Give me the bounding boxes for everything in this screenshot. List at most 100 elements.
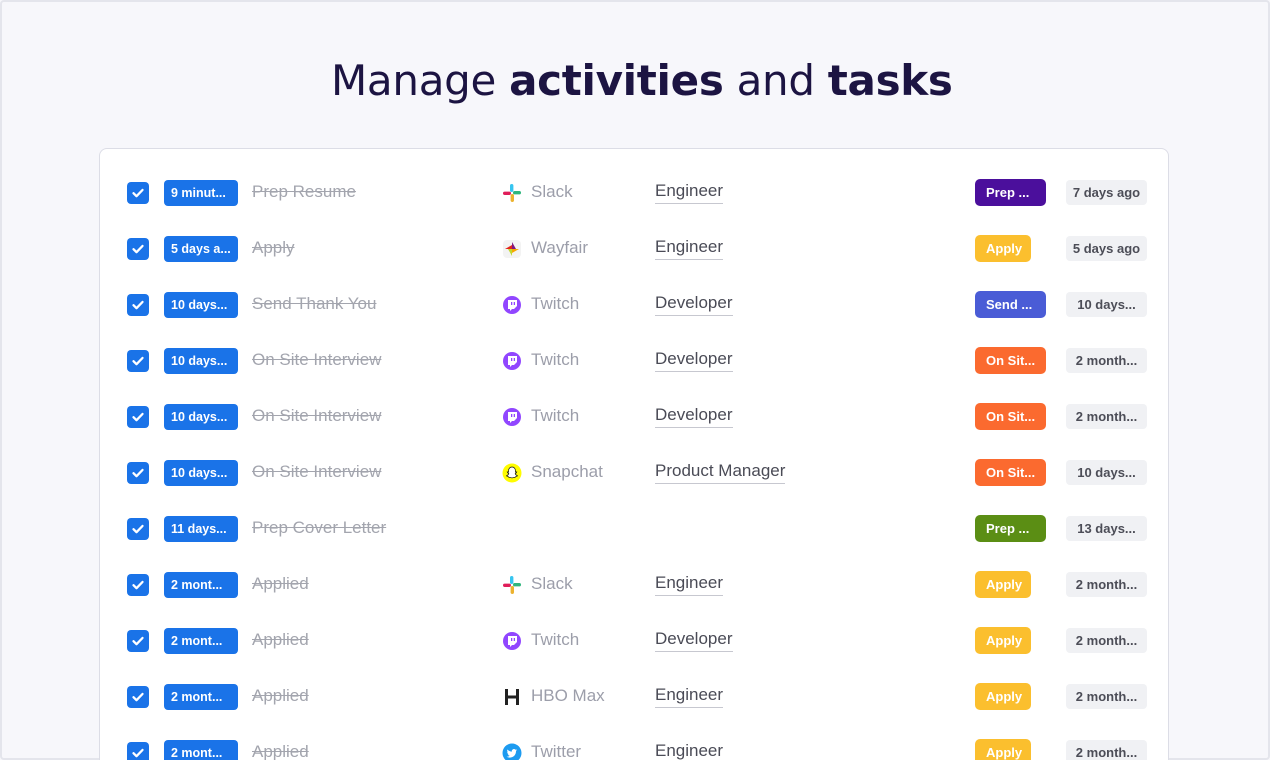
task-title[interactable]: Applied (252, 574, 309, 594)
task-checkbox[interactable] (127, 350, 149, 372)
tasks-list: 9 minut... Prep Resume Slack Engineer Prep .… (99, 148, 1169, 760)
task-title[interactable]: Applied (252, 630, 309, 650)
job-role-link[interactable]: Developer (655, 405, 733, 428)
company-name: Twitch (531, 350, 580, 369)
task-row[interactable]: 10 days... On Site Interview Twitch Develop… (100, 331, 1168, 387)
task-title[interactable]: Applied (252, 742, 309, 760)
task-row[interactable]: 11 days... Prep Cover Letter Prep ... 13 da… (100, 499, 1168, 555)
task-checkbox[interactable] (127, 630, 149, 652)
task-row[interactable]: 2 mont... Applied Slack Engineer Apply 2 mont… (100, 555, 1168, 611)
due-time-badge: 11 days... (164, 516, 238, 542)
task-title[interactable]: On Site Interview (252, 462, 381, 482)
task-row[interactable]: 2 mont... Applied Twitch Developer Apply 2 mo… (100, 611, 1168, 667)
twitch-icon (501, 406, 523, 428)
twitch-icon (501, 350, 523, 372)
due-time-badge: 2 mont... (164, 572, 238, 598)
due-time-badge: 5 days a... (164, 236, 238, 262)
task-checkbox[interactable] (127, 294, 149, 316)
due-time-badge: 10 days... (164, 292, 238, 318)
company-name: Slack (531, 182, 573, 201)
task-title[interactable]: Send Thank You (252, 294, 376, 314)
created-ago-badge: 10 days... (1066, 292, 1147, 317)
task-row[interactable]: 2 mont... Applied HBO Max Engineer Apply 2 mo… (100, 667, 1168, 723)
title-prefix: Manage (331, 56, 510, 105)
job-role-link[interactable]: Engineer (655, 685, 724, 708)
created-ago-badge: 2 month... (1066, 740, 1147, 760)
due-time-badge: 2 mont... (164, 740, 238, 760)
slack-icon (501, 574, 523, 596)
task-checkbox[interactable] (127, 742, 149, 760)
job-role-link[interactable]: Developer (655, 293, 733, 316)
stage-badge[interactable]: On Sit... (975, 347, 1046, 374)
wayfair-icon (501, 238, 523, 260)
task-checkbox[interactable] (127, 238, 149, 260)
company-name: Twitch (531, 406, 580, 425)
company-name: Twitch (531, 294, 580, 313)
created-ago-badge: 2 month... (1066, 572, 1147, 597)
job-role-link[interactable]: Engineer (655, 741, 723, 760)
company-name: Twitter (531, 742, 582, 760)
created-ago-badge: 2 month... (1066, 404, 1147, 429)
task-row[interactable]: 9 minut... Prep Resume Slack Engineer Prep .… (100, 163, 1168, 219)
company-name: Wayfair (531, 238, 588, 257)
title-middle: and (723, 56, 828, 105)
job-role-link[interactable]: Engineer (655, 181, 724, 204)
due-time-badge: 2 mont... (164, 628, 238, 654)
task-title[interactable]: Applied (252, 686, 309, 706)
stage-badge[interactable]: Send ... (975, 291, 1046, 318)
slack-icon (501, 182, 523, 204)
due-time-badge: 2 mont... (164, 684, 238, 710)
task-title[interactable]: Prep Resume (252, 182, 356, 202)
stage-badge[interactable]: Prep ... (975, 515, 1046, 542)
created-ago-badge: 2 month... (1066, 628, 1147, 653)
checkmark-icon (131, 298, 145, 312)
stage-badge[interactable]: Apply (975, 683, 1031, 710)
stage-badge[interactable]: On Sit... (975, 459, 1046, 486)
checkmark-icon (131, 242, 145, 256)
due-time-badge: 10 days... (164, 348, 238, 374)
stage-badge[interactable]: On Sit... (975, 403, 1046, 430)
task-title[interactable]: Prep Cover Letter (252, 518, 386, 538)
twitch-icon (501, 294, 523, 316)
task-row[interactable]: 10 days... On Site Interview Twitch Develop… (100, 387, 1168, 443)
title-bold-tasks: tasks (827, 56, 953, 105)
stage-badge[interactable]: Apply (975, 627, 1031, 654)
job-role-link[interactable]: Engineer (655, 237, 724, 260)
stage-badge[interactable]: Apply (975, 571, 1031, 598)
twitter-icon (501, 742, 523, 760)
task-checkbox[interactable] (127, 406, 149, 428)
created-ago-badge: 2 month... (1066, 684, 1147, 709)
task-checkbox[interactable] (127, 686, 149, 708)
task-row[interactable]: 10 days... On Site Interview Snapchat Produ… (100, 443, 1168, 499)
checkmark-icon (131, 354, 145, 368)
task-row[interactable]: 10 days... Send Thank You Twitch Developer S… (100, 275, 1168, 331)
title-bold-activities: activities (509, 56, 724, 105)
twitch-icon (501, 630, 523, 652)
company-name: HBO Max (531, 686, 605, 705)
stage-badge[interactable]: Apply (975, 739, 1031, 760)
task-checkbox[interactable] (127, 182, 149, 204)
due-time-badge: 9 minut... (164, 180, 238, 206)
job-role-link[interactable]: Developer (655, 629, 733, 652)
company-name: Snapchat (531, 462, 603, 481)
job-role-link[interactable]: Developer (655, 349, 733, 372)
task-checkbox[interactable] (127, 462, 149, 484)
page-title: Manage activities and tasks (331, 56, 953, 105)
due-time-badge: 10 days... (164, 460, 238, 486)
checkmark-icon (131, 186, 145, 200)
snapchat-icon (501, 462, 523, 484)
task-row[interactable]: 5 days a... Apply Wayfair Engineer Apply 5 da… (100, 219, 1168, 275)
task-title[interactable]: Apply (252, 238, 295, 258)
task-checkbox[interactable] (127, 518, 149, 540)
task-checkbox[interactable] (127, 574, 149, 596)
task-title[interactable]: On Site Interview (252, 406, 381, 426)
checkmark-icon (131, 578, 145, 592)
job-role-link[interactable]: Engineer (655, 573, 724, 596)
job-role-link[interactable]: Product Manager (655, 461, 786, 484)
task-row[interactable]: 2 mont... Applied Twitter Engineer Apply 2 mo… (100, 723, 1168, 760)
stage-badge[interactable]: Prep ... (975, 179, 1046, 206)
task-title[interactable]: On Site Interview (252, 350, 381, 370)
stage-badge[interactable]: Apply (975, 235, 1031, 262)
created-ago-badge: 5 days ago (1066, 236, 1147, 261)
checkmark-icon (131, 522, 145, 536)
